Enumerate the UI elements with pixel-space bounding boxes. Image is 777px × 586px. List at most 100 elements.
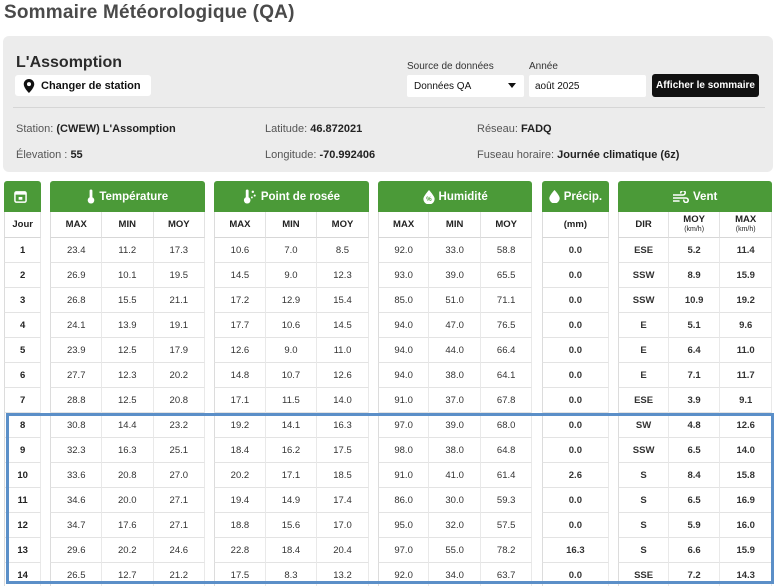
day-cell: 12	[4, 513, 42, 538]
day-cell: 11	[4, 488, 42, 513]
value-cell: 64.1	[480, 363, 533, 388]
water-drop-icon	[549, 190, 560, 203]
value-cell: 25.1	[153, 438, 206, 463]
value-cell: 76.5	[480, 313, 533, 338]
value-cell: 26.5	[50, 563, 102, 586]
timezone-info: Fuseau horaire: Journée climatique (6z)	[477, 149, 679, 161]
value-cell: 17.0	[317, 513, 369, 538]
value-cell: 29.6	[50, 538, 102, 563]
value-cell: 91.0	[377, 463, 430, 488]
map-pin-icon	[23, 78, 35, 93]
value-cell: 44.0	[429, 338, 481, 363]
year-input[interactable]	[529, 75, 646, 97]
value-cell: 0.0	[541, 413, 610, 438]
value-cell: SSW	[618, 263, 669, 288]
value-cell: 12.7	[102, 563, 154, 586]
caret-down-icon	[508, 83, 516, 88]
station-panel: L'Assomption Changer de station Source d…	[3, 36, 773, 172]
value-cell: 11.7	[720, 363, 772, 388]
value-cell: 15.4	[317, 288, 369, 313]
value-cell: 0.0	[541, 338, 610, 363]
value-cell: 19.1	[153, 313, 206, 338]
network-label: Réseau:	[477, 123, 518, 135]
value-cell: 12.6	[317, 363, 369, 388]
value-cell: 71.1	[480, 288, 533, 313]
value-cell: 11.0	[720, 338, 772, 363]
value-cell: 23.4	[50, 238, 102, 263]
day-cell: 10	[4, 463, 42, 488]
value-cell: 14.1	[265, 413, 318, 438]
table-row: 11 34.6 20.0 27.1 19.4 14.9 17.4 86.0 30.0 59.3 0.…	[4, 488, 772, 513]
value-cell: 61.4	[480, 463, 533, 488]
value-cell: 12.5	[102, 338, 154, 363]
value-cell: E	[618, 363, 669, 388]
value-cell: 8.3	[266, 563, 318, 586]
year-label: Année	[529, 61, 558, 72]
value-cell: 15.6	[265, 513, 318, 538]
value-cell: 8.5	[317, 238, 369, 263]
value-cell: 16.9	[720, 488, 772, 513]
value-cell: 24.6	[153, 538, 206, 563]
network-value: FADQ	[521, 123, 552, 135]
col-hum-moy: MOY	[480, 212, 533, 238]
value-cell: 34.0	[429, 563, 481, 586]
value-cell: 26.9	[50, 263, 102, 288]
day-cell: 1	[4, 238, 42, 263]
value-cell: 0.0	[541, 563, 610, 586]
value-cell: 15.9	[720, 263, 772, 288]
value-cell: 34.6	[50, 488, 102, 513]
value-cell: SW	[618, 413, 669, 438]
value-cell: 12.3	[317, 263, 369, 288]
network-info: Réseau: FADQ	[477, 123, 552, 135]
dew-thermometer-icon	[243, 189, 256, 204]
value-cell: 20.4	[317, 538, 369, 563]
value-cell: 14.9	[265, 488, 318, 513]
table-row: 12 34.7 17.6 27.1 18.8 15.6 17.0 95.0 32.0 57.5 0.…	[4, 513, 772, 538]
value-cell: 0.0	[541, 288, 610, 313]
value-cell: 68.0	[480, 413, 533, 438]
value-cell: 14.5	[214, 263, 266, 288]
value-cell: 92.0	[377, 238, 430, 263]
value-cell: 66.4	[480, 338, 533, 363]
value-cell: 94.0	[377, 363, 430, 388]
day-cell: 2	[4, 263, 42, 288]
show-summary-button[interactable]: Afficher le sommaire	[652, 74, 759, 97]
value-cell: 0.0	[541, 263, 610, 288]
value-cell: 67.8	[480, 388, 533, 413]
value-cell: 12.6	[720, 413, 772, 438]
value-cell: 19.2	[720, 288, 772, 313]
value-cell: 94.0	[377, 313, 430, 338]
value-cell: 32.0	[429, 513, 481, 538]
value-cell: 14.4	[102, 413, 154, 438]
change-station-button[interactable]: Changer de station	[15, 75, 151, 96]
value-cell: ESE	[618, 388, 669, 413]
wind-header: Vent	[618, 181, 772, 212]
value-cell: 32.3	[50, 438, 102, 463]
value-cell: 8.9	[668, 263, 721, 288]
value-cell: E	[618, 313, 669, 338]
value-cell: 28.8	[50, 388, 102, 413]
precip-label: Précip.	[563, 190, 603, 203]
svg-text:%: %	[426, 197, 432, 203]
value-cell: 78.2	[480, 538, 533, 563]
value-cell: 15.5	[102, 288, 154, 313]
value-cell: 37.0	[429, 388, 481, 413]
col-temp-max: MAX	[50, 212, 102, 238]
value-cell: 12.6	[214, 338, 266, 363]
value-cell: 47.0	[429, 313, 481, 338]
value-cell: 9.0	[265, 338, 318, 363]
source-select[interactable]: Données QA	[407, 75, 524, 97]
value-cell: 30.8	[50, 413, 102, 438]
value-cell: 97.0	[377, 413, 430, 438]
value-cell: 34.7	[50, 513, 102, 538]
col-dew-min: MIN	[265, 212, 318, 238]
value-cell: 94.0	[377, 338, 430, 363]
value-cell: 12.3	[102, 363, 154, 388]
value-cell: 11.5	[265, 388, 318, 413]
value-cell: 16.3	[541, 538, 610, 563]
value-cell: 95.0	[377, 513, 430, 538]
value-cell: 14.0	[720, 438, 772, 463]
value-cell: 19.5	[153, 263, 206, 288]
value-cell: 26.8	[50, 288, 102, 313]
value-cell: SSE	[618, 563, 669, 586]
